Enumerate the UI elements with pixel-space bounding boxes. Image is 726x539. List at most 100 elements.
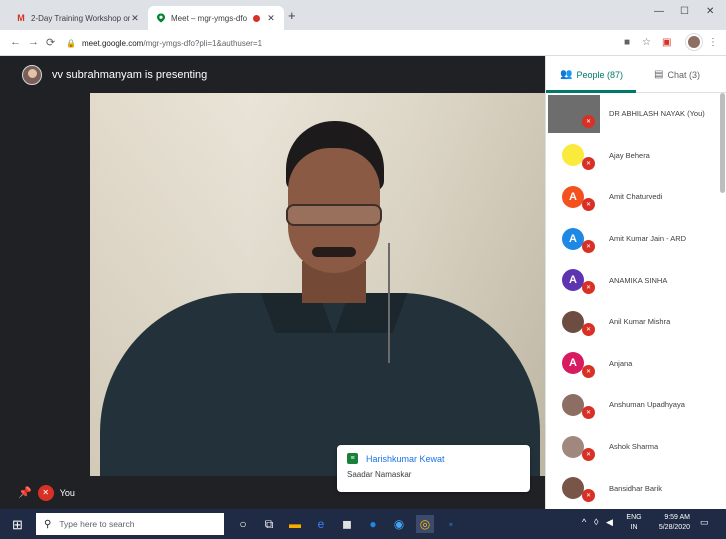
participant-row[interactable]: A ✕ Amit Kumar Jain - ARD xyxy=(546,218,720,260)
back-arrow-icon[interactable]: ← xyxy=(10,36,21,48)
participant-row[interactable]: A ✕ Amit Chaturvedi xyxy=(546,176,720,218)
reload-icon[interactable]: ⟳ xyxy=(46,36,55,49)
url-path: /mgr-ymgs-dfo?pli=1&authuser=1 xyxy=(143,38,263,48)
gmail-icon: M xyxy=(17,13,25,23)
participant-row[interactable]: ✕ Bansidhar Barik xyxy=(546,467,720,509)
camera-indicator-icon[interactable]: ■ xyxy=(624,37,630,48)
participant-name: Ashok Sharma xyxy=(609,442,659,452)
volume-icon[interactable]: ◀ xyxy=(606,517,613,528)
participant-list[interactable]: ✕ DR ABHILASH NAYAK (You) ✕ Ajay Behera A ✕ Am… xyxy=(546,93,720,509)
task-view-icon[interactable]: ⧉ xyxy=(260,515,278,533)
mic-off-icon: ✕ xyxy=(582,115,595,128)
mail-icon[interactable]: ● xyxy=(364,515,382,533)
mic-off-icon: ✕ xyxy=(582,198,595,212)
participant-name: Anjana xyxy=(609,358,633,368)
participant-name: Anshuman Upadhyaya xyxy=(609,400,685,410)
participant-avatar: A xyxy=(562,185,584,208)
tab-label: 2-Day Training Workshop on Uc xyxy=(31,13,130,23)
participant-name: Amit Chaturvedi xyxy=(609,192,663,202)
participant-name: DR ABHILASH NAYAK (You) xyxy=(609,109,705,119)
presenting-text: vv subrahmanyam is presenting xyxy=(52,68,208,81)
presenter-avatar xyxy=(22,64,42,85)
participant-row[interactable]: ✕ Ajay Behera xyxy=(546,135,720,177)
taskbar-clock[interactable]: 9:59 AM 5/28/2020 xyxy=(652,513,690,533)
tab-people[interactable]: 👥 People (87) xyxy=(560,56,623,93)
presenter-video[interactable] xyxy=(90,93,545,476)
notification-sender: Harishkumar Kewat xyxy=(366,453,445,464)
participant-name: Bansidhar Barik xyxy=(609,483,662,493)
participant-row[interactable]: A ✕ ANAMIKA SINHA xyxy=(546,259,720,301)
clock-date: 5/28/2020 xyxy=(658,524,690,531)
windows-start-icon[interactable]: ⊞ xyxy=(12,517,23,533)
participant-row[interactable]: ✕ DR ABHILASH NAYAK (You) xyxy=(546,93,720,135)
taskbar-search[interactable]: ⚲ Type here to search xyxy=(36,513,224,535)
maximize-button[interactable]: ☐ xyxy=(680,6,689,17)
participant-avatar: A xyxy=(562,352,584,375)
pin-icon[interactable]: 📌 xyxy=(18,486,32,499)
tab-label: Meet – mgr-ymgs-dfo xyxy=(171,13,248,23)
participant-avatar xyxy=(562,477,584,500)
people-icon: 👥 xyxy=(560,69,573,80)
forward-arrow-icon[interactable]: → xyxy=(28,36,39,48)
meeting-stage: vv subrahmanyam is presenting 📌 ✕ You xyxy=(0,56,545,509)
app-icon[interactable]: ◉ xyxy=(390,515,408,533)
presenting-banner: vv subrahmanyam is presenting xyxy=(0,56,545,93)
profile-avatar[interactable] xyxy=(686,34,702,50)
chat-notification[interactable]: ≡ Harishkumar Kewat Saadar Namaskar xyxy=(337,445,530,492)
mic-off-icon: ✕ xyxy=(582,489,595,503)
mic-off-icon: ✕ xyxy=(582,447,595,461)
participant-scrollbar[interactable] xyxy=(720,93,725,193)
side-panel: 👥 People (87) ▤ Chat (3) ✕ DR ABHILASH NA… xyxy=(545,56,726,509)
clock-time: 9:59 AM xyxy=(664,514,690,521)
notification-message: Saadar Namaskar xyxy=(347,470,412,479)
word-icon[interactable]: ▪ xyxy=(442,515,460,533)
participant-row[interactable]: ✕ Anshuman Upadhyaya xyxy=(546,384,720,426)
participant-name: ANAMIKA SINHA xyxy=(609,275,668,285)
participant-name: Anil Kumar Mishra xyxy=(609,317,671,327)
extension-icon[interactable]: ▣ xyxy=(662,37,671,48)
participant-name: Amit Kumar Jain - ARD xyxy=(609,234,687,244)
lock-icon: 🔒 xyxy=(66,38,76,48)
self-label: You xyxy=(59,487,75,498)
mic-off-icon[interactable]: ✕ xyxy=(37,484,54,501)
meet-icon xyxy=(156,13,166,23)
cortana-icon[interactable]: ○ xyxy=(234,515,252,533)
menu-icon[interactable]: ⋮ xyxy=(708,37,718,48)
tab-training-workshop[interactable]: M 2-Day Training Workshop on Uc ✕ xyxy=(8,6,148,30)
minimize-button[interactable]: — xyxy=(654,6,664,17)
mic-off-icon: ✕ xyxy=(582,239,595,253)
close-window-button[interactable]: ✕ xyxy=(706,6,714,17)
participant-row[interactable]: ✕ Ashok Sharma xyxy=(546,426,720,468)
network-icon[interactable]: ◊ xyxy=(594,517,598,527)
notifications-icon[interactable]: ▭ xyxy=(700,517,709,528)
participant-avatar xyxy=(562,310,584,333)
panel-tabs: 👥 People (87) ▤ Chat (3) xyxy=(546,56,726,93)
participant-row[interactable]: A ✕ Anjana xyxy=(546,343,720,385)
mic-off-icon: ✕ xyxy=(582,281,595,295)
participant-avatar: A xyxy=(562,269,584,292)
store-icon[interactable]: ◼ xyxy=(338,515,356,533)
chrome-icon[interactable]: ◎ xyxy=(416,515,434,533)
chat-bubble-icon: ≡ xyxy=(347,453,358,464)
participant-row[interactable]: ✕ Anil Kumar Mishra xyxy=(546,301,720,343)
tray-chevron-icon[interactable]: ^ xyxy=(582,517,586,527)
language-indicator[interactable]: ENG IN xyxy=(622,513,646,533)
bookmark-star-icon[interactable]: ☆ xyxy=(642,37,651,48)
new-tab-button[interactable]: + xyxy=(288,8,296,23)
recording-icon xyxy=(253,14,260,22)
url-field[interactable]: 🔒 meet.google.com /mgr-ymgs-dfo?pli=1&au… xyxy=(66,34,596,52)
close-icon[interactable]: ✕ xyxy=(266,13,276,24)
tab-meet[interactable]: Meet – mgr-ymgs-dfo ✕ xyxy=(148,6,284,30)
mic-off-icon: ✕ xyxy=(582,322,595,336)
participant-avatar: A xyxy=(562,227,584,250)
participant-name: Ajay Behera xyxy=(609,150,650,160)
edge-icon[interactable]: e xyxy=(312,515,330,533)
file-explorer-icon[interactable]: ▬ xyxy=(286,515,304,533)
tab-chat[interactable]: ▤ Chat (3) xyxy=(654,56,700,93)
windows-taskbar: ⊞ ⚲ Type here to search ○ ⧉ ▬ e ◼ ● ◉ ◎ … xyxy=(0,509,726,539)
url-host: meet.google.com xyxy=(81,38,144,48)
glasses xyxy=(286,204,382,226)
close-icon[interactable]: ✕ xyxy=(130,13,140,24)
participant-avatar xyxy=(562,393,584,416)
mic-off-icon: ✕ xyxy=(582,156,595,170)
